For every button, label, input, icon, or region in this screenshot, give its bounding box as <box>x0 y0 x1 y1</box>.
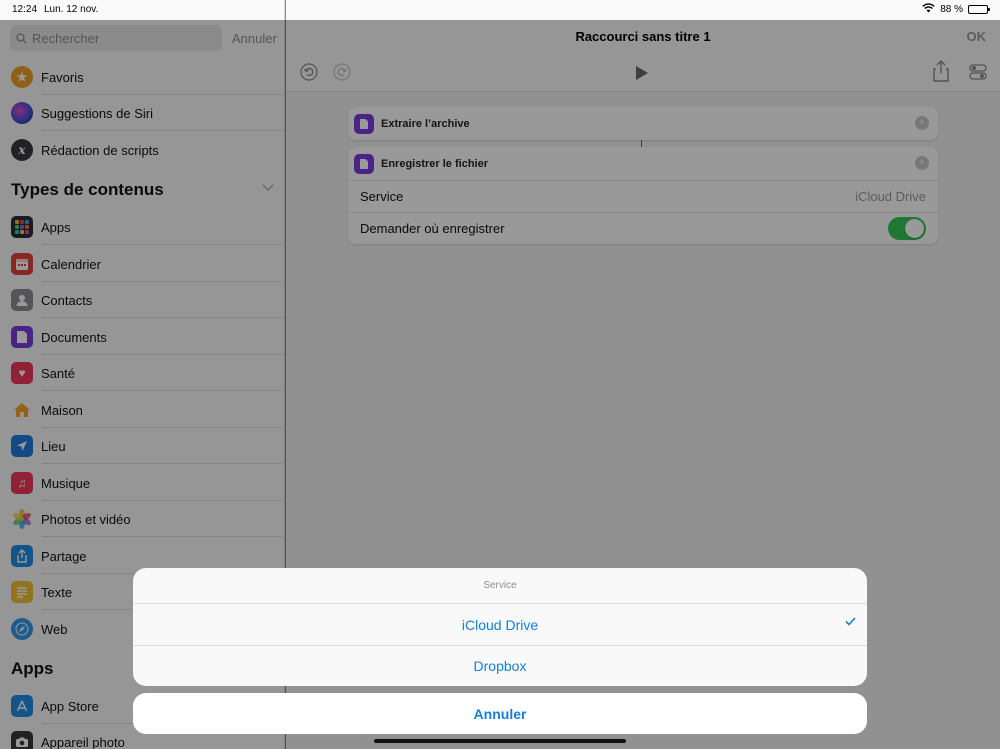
battery-percent: 88 % <box>940 4 963 15</box>
home-indicator[interactable] <box>374 739 626 743</box>
sheet-option-dropbox[interactable]: Dropbox <box>133 645 867 686</box>
sheet-cancel-button[interactable]: Annuler <box>133 693 867 734</box>
status-bar: 12:24 Lun. 12 nov. 88 % <box>0 0 1000 20</box>
service-action-sheet: Service iCloud Drive Dropbox <box>133 568 867 686</box>
option-label: iCloud Drive <box>461 616 539 633</box>
status-right: 88 % <box>922 3 990 16</box>
checkmark-icon <box>845 617 856 626</box>
battery-icon <box>968 5 990 14</box>
status-time: 12:24 <box>12 4 38 15</box>
sheet-option-icloud-drive[interactable]: iCloud Drive <box>133 604 867 645</box>
option-label: Dropbox <box>473 658 527 674</box>
sheet-title: Service <box>133 568 867 604</box>
wifi-icon <box>922 3 935 16</box>
status-date: Lun. 12 nov. <box>44 4 99 15</box>
